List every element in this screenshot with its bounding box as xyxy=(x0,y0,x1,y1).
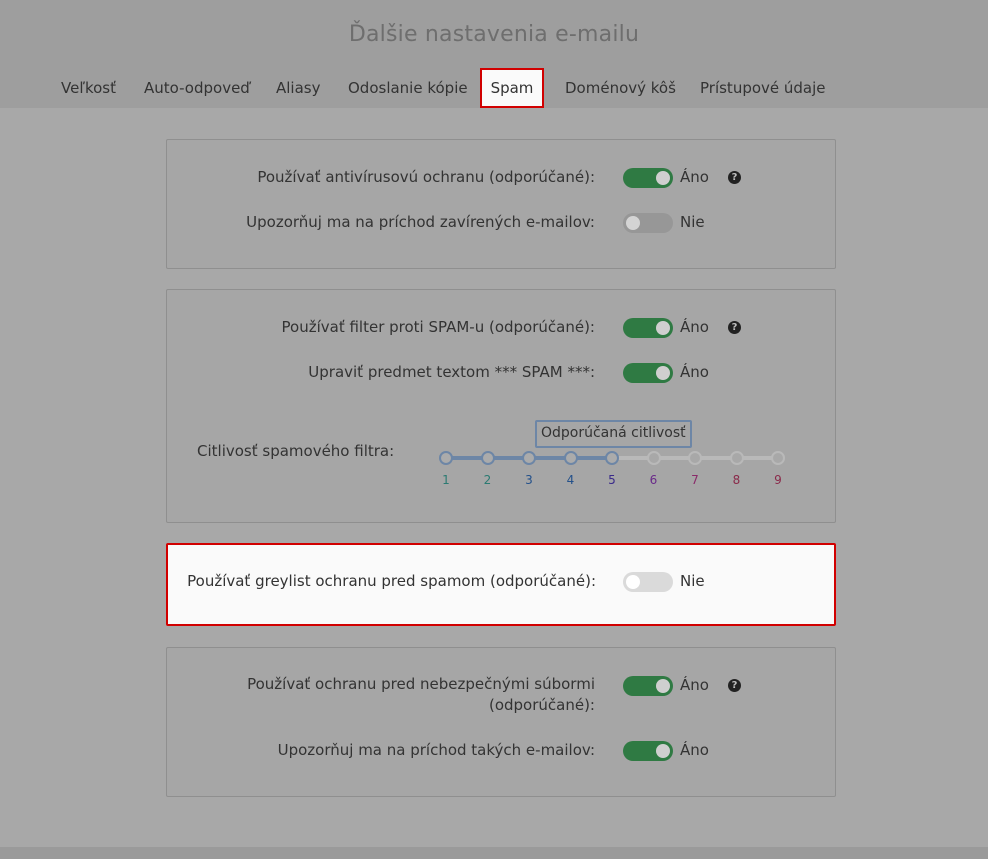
slider-step-9[interactable] xyxy=(771,451,785,465)
antivirus-label: Používať antivírusovú ochranu (odporúčan… xyxy=(257,168,595,186)
slider-step-3[interactable] xyxy=(522,451,536,465)
slider-tick-label: 4 xyxy=(566,473,575,487)
dangerous-notify-label: Upozorňuj ma na príchod takých e-mailov: xyxy=(277,741,595,759)
slider-step-6[interactable] xyxy=(646,451,661,465)
antivirus-state: Áno xyxy=(680,168,709,186)
slider-tick-label: 8 xyxy=(732,473,741,487)
slider-tick-label: 3 xyxy=(525,473,533,487)
slider-tick-label: 2 xyxy=(483,473,492,487)
slider-tick-label: 1 xyxy=(442,473,450,487)
greylist-label: Používať greylist ochranu pred spamom (o… xyxy=(187,572,596,590)
spam-subject-state: Áno xyxy=(680,363,709,381)
slider-tick-label: 6 xyxy=(649,473,658,487)
tab-auto-reply[interactable]: Auto-odpoveď xyxy=(144,68,250,108)
sensitivity-tooltip: Odporúčaná citlivosť xyxy=(535,420,692,448)
antivirus-card: Používať antivírusovú ochranu (odporúčan… xyxy=(166,139,836,269)
slider-step-7[interactable] xyxy=(688,451,702,465)
toggle-knob xyxy=(656,171,670,185)
question-circle-icon[interactable]: ? xyxy=(728,171,741,184)
slider-tick-label: 7 xyxy=(691,473,699,487)
tab-domain-bin[interactable]: Doménový kôš xyxy=(565,68,676,108)
slider-step-8[interactable] xyxy=(729,451,744,465)
spam-filter-card: Používať filter proti SPAM-u (odporúčané… xyxy=(166,289,836,523)
spam-subject-label: Upraviť predmet textom *** SPAM ***: xyxy=(308,363,595,381)
toggle-knob xyxy=(656,366,670,380)
virus-notify-label: Upozorňuj ma na príchod zavírených e-mai… xyxy=(246,213,595,231)
question-circle-icon[interactable]: ? xyxy=(728,679,741,692)
tab-access-data[interactable]: Prístupové údaje xyxy=(700,68,826,108)
slider-tick-label: 9 xyxy=(774,473,782,487)
dangerous-files-label: Používať ochranu pred nebezpečnými súbor… xyxy=(247,675,595,714)
page-title: Ďalšie nastavenia e-mailu xyxy=(348,22,640,47)
slider-step-1[interactable] xyxy=(439,451,453,465)
spam-subject-toggle[interactable] xyxy=(623,363,673,383)
dangerous-notify-toggle[interactable] xyxy=(623,741,673,761)
toggle-knob xyxy=(656,744,670,758)
antivirus-toggle[interactable] xyxy=(623,168,673,188)
dangerous-files-card: Používať ochranu pred nebezpečnými súbor… xyxy=(166,647,836,797)
slider-step-5[interactable] xyxy=(605,451,619,465)
spam-filter-toggle[interactable] xyxy=(623,318,673,338)
dangerous-files-state: Áno xyxy=(680,676,709,694)
dangerous-files-toggle[interactable] xyxy=(623,676,673,696)
toggle-knob xyxy=(626,216,640,230)
footer-bar xyxy=(0,847,988,859)
virus-notify-toggle[interactable] xyxy=(623,213,673,233)
sensitivity-slider[interactable]: Odporúčaná citlivosť 1 2 3 4 5 6 7 8 9 xyxy=(439,420,789,490)
greylist-toggle[interactable] xyxy=(623,572,673,592)
tab-copy-forwarding[interactable]: Odoslanie kópie xyxy=(348,68,468,108)
virus-notify-state: Nie xyxy=(680,213,705,231)
spam-filter-state: Áno xyxy=(680,318,709,336)
toggle-knob xyxy=(656,321,670,335)
toggle-knob xyxy=(626,575,640,589)
greylist-state: Nie xyxy=(680,572,705,590)
tab-bar: Veľkosť Auto-odpoveď Aliasy Odoslanie kó… xyxy=(0,68,988,108)
slider-step-4[interactable] xyxy=(563,451,578,465)
tab-spam[interactable]: Spam xyxy=(480,68,544,108)
tab-aliases[interactable]: Aliasy xyxy=(276,68,320,108)
slider-step-2[interactable] xyxy=(480,451,495,465)
tab-size[interactable]: Veľkosť xyxy=(61,68,116,108)
question-circle-icon[interactable]: ? xyxy=(728,321,741,334)
greylist-card: Používať greylist ochranu pred spamom (o… xyxy=(166,543,836,626)
toggle-knob xyxy=(656,679,670,693)
sensitivity-label: Citlivosť spamového filtra: xyxy=(197,442,395,460)
spam-filter-label: Používať filter proti SPAM-u (odporúčané… xyxy=(281,318,595,336)
slider-tick-label: 5 xyxy=(608,473,616,487)
header: Ďalšie nastavenia e-mailu Veľkosť Auto-o… xyxy=(0,0,988,108)
dangerous-notify-state: Áno xyxy=(680,741,709,759)
